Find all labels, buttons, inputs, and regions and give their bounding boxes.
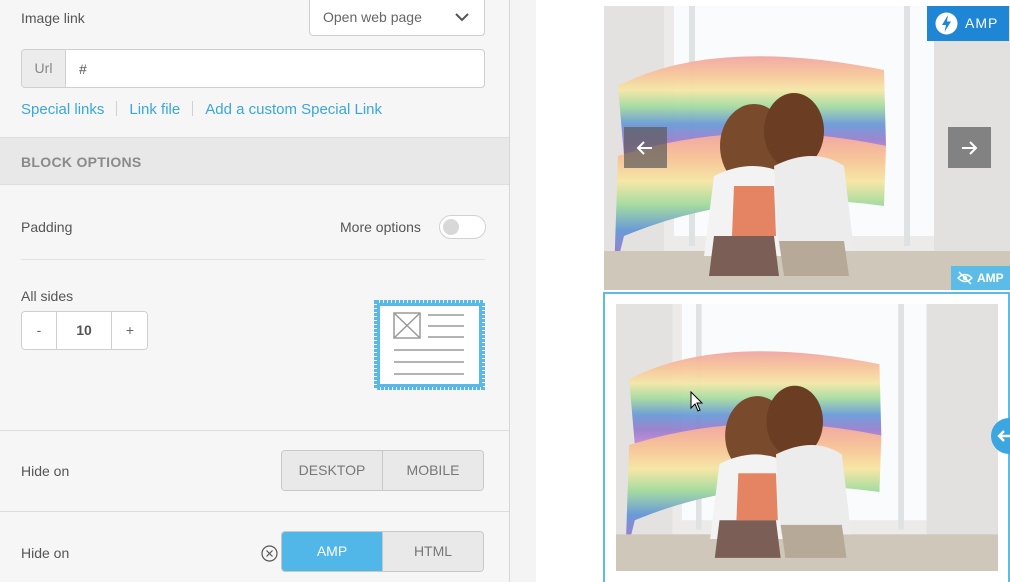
add-custom-special-link[interactable]: Add a custom Special Link — [205, 101, 382, 118]
link-divider — [116, 101, 118, 116]
image-link-select-value: Open web page — [323, 9, 422, 25]
padding-preview-icon — [374, 300, 485, 390]
hide-html-button[interactable]: HTML — [382, 532, 483, 571]
padding-stepper: - 10 + — [21, 311, 148, 350]
carousel-next-button[interactable] — [948, 127, 991, 168]
amp-hidden-badge-label: AMP — [977, 271, 1004, 285]
special-links-link[interactable]: Special links — [21, 101, 104, 118]
hide-on-format-label: Hide on — [21, 545, 70, 561]
amp-badge: AMP — [927, 6, 1009, 41]
hide-on-device-group: DESKTOP MOBILE — [281, 450, 484, 491]
more-options-label: More options — [340, 219, 421, 235]
toggle-knob — [443, 219, 459, 235]
arrow-right-icon — [962, 141, 978, 155]
padding-value[interactable]: 10 — [56, 312, 112, 349]
amp-hidden-badge: AMP — [951, 266, 1010, 290]
url-input[interactable] — [67, 50, 484, 87]
lightning-bolt-icon — [935, 12, 958, 35]
more-options-toggle[interactable] — [439, 215, 486, 239]
settings-panel: Image link Open web page Url Special lin… — [0, 0, 510, 582]
chevron-down-icon — [455, 13, 469, 22]
image-link-label: Image link — [21, 10, 85, 26]
hide-on-device-label: Hide on — [21, 463, 70, 479]
padding-increase-button[interactable]: + — [113, 312, 147, 349]
padding-label: Padding — [21, 219, 73, 235]
url-prefix: Url — [22, 50, 66, 87]
divider — [21, 259, 485, 260]
arrow-left-icon — [636, 141, 652, 155]
link-file-link[interactable]: Link file — [129, 101, 180, 118]
image-link-select[interactable]: Open web page — [309, 0, 485, 36]
link-options: Special links Link file Add a custom Speci… — [21, 101, 382, 118]
all-sides-label: All sides — [21, 288, 74, 304]
block-image[interactable] — [616, 304, 998, 571]
clear-circle-icon[interactable] — [261, 545, 278, 562]
hide-amp-button[interactable]: AMP — [282, 532, 382, 571]
preview-gutter — [510, 0, 536, 582]
block-options-header[interactable]: BLOCK OPTIONS — [0, 137, 509, 185]
pride-flag-photo — [616, 304, 998, 571]
hide-on-format-group: AMP HTML — [281, 531, 484, 572]
carousel-prev-button[interactable] — [624, 127, 667, 168]
divider — [0, 511, 509, 512]
amp-badge-label: AMP — [965, 15, 999, 31]
hide-mobile-button[interactable]: MOBILE — [382, 451, 483, 490]
block-options-title: BLOCK OPTIONS — [21, 154, 142, 170]
arrow-left-icon — [997, 430, 1010, 442]
eye-slash-icon — [957, 271, 973, 285]
cursor-icon — [690, 391, 704, 412]
hide-desktop-button[interactable]: DESKTOP — [282, 451, 382, 490]
padding-decrease-button[interactable]: - — [22, 312, 56, 349]
link-divider — [192, 101, 194, 116]
url-field: Url — [21, 49, 485, 88]
divider — [0, 430, 509, 431]
